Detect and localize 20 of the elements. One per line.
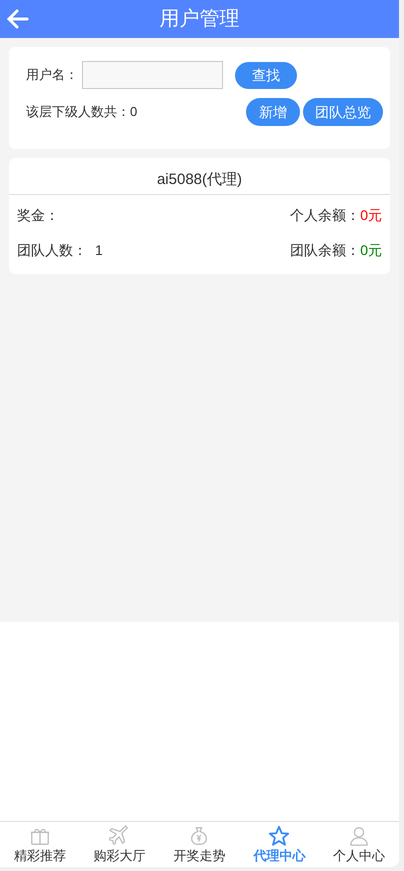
page-title: 用户管理: [160, 7, 240, 32]
back-icon[interactable]: [7, 9, 29, 29]
stat-label: 团队人数：: [17, 241, 87, 260]
account-title: ai5088(代理): [9, 158, 390, 195]
stat-value: 0元: [360, 206, 382, 225]
plane-icon: [108, 825, 131, 847]
stat-label: 个人余额：: [290, 206, 360, 225]
stat-label: 团队余额：: [290, 241, 360, 260]
person-icon: [348, 825, 370, 847]
stat-value: 1: [95, 241, 103, 260]
nav-tab[interactable]: 精彩推荐: [0, 822, 80, 867]
nav-tab[interactable]: 购彩大厅: [80, 822, 160, 867]
nav-tab[interactable]: 个人中心: [319, 822, 399, 867]
star-icon: [268, 825, 290, 847]
username-field[interactable]: [82, 61, 223, 89]
stat-label: 奖金：: [17, 206, 59, 225]
stat-value: 0元: [360, 241, 382, 260]
subordinate-count: 该层下级人数共：0: [26, 103, 138, 122]
field-label: 用户名：: [26, 66, 79, 84]
nav-tab[interactable]: 开奖走势: [160, 822, 240, 867]
